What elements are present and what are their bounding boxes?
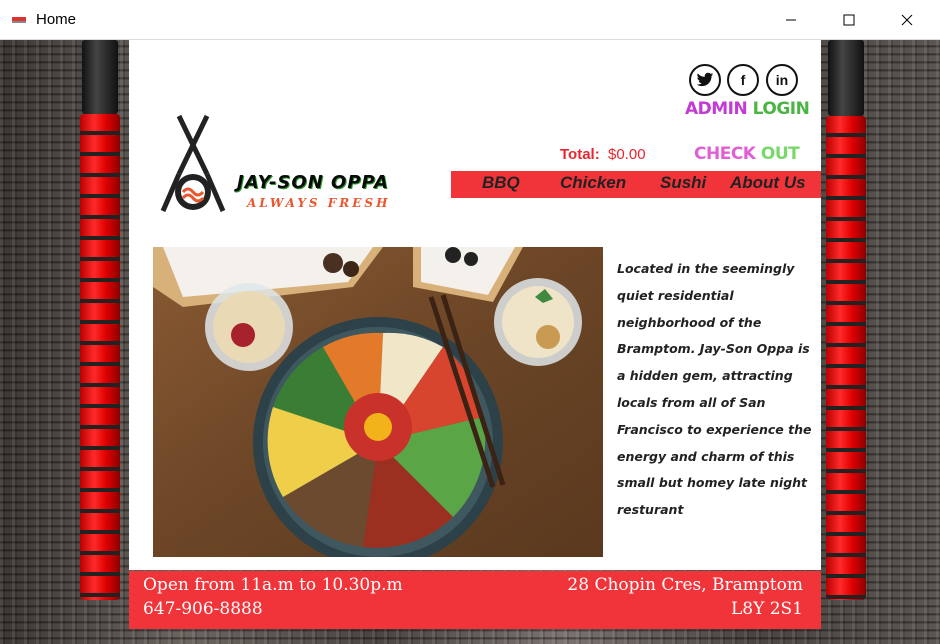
facebook-icon: f xyxy=(740,72,746,88)
checkout-button[interactable]: CHECK OUT xyxy=(694,144,800,164)
twitter-icon xyxy=(696,72,714,87)
footer-hours: Open from 11a.m to 10.30p.m xyxy=(143,575,403,595)
main-page: f in ADMIN LOGIN Total: $0.00 CHECK OUT … xyxy=(129,40,821,570)
checkout-part2: OUT xyxy=(760,144,800,164)
admin-login-part2: LOGIN xyxy=(752,99,810,119)
close-icon xyxy=(901,14,913,26)
window-client: f in ADMIN LOGIN Total: $0.00 CHECK OUT … xyxy=(0,40,940,644)
linkedin-button[interactable]: in xyxy=(766,64,798,96)
footer-address: 28 Chopin Cres, Bramptom xyxy=(567,575,803,595)
facebook-button[interactable]: f xyxy=(727,64,759,96)
main-nav: BBQ Chicken Sushi About Us xyxy=(451,171,821,198)
chopstick-right xyxy=(826,40,866,600)
chopstick-left xyxy=(80,40,120,600)
restaurant-description: Located in the seemingly quiet residenti… xyxy=(617,261,812,518)
maximize-button[interactable] xyxy=(826,0,872,40)
app-icon xyxy=(12,17,26,23)
minimize-icon xyxy=(786,19,796,21)
minimize-button[interactable] xyxy=(768,0,814,40)
chopsticks-sushi-logo-icon xyxy=(160,114,226,212)
footer: Open from 11a.m to 10.30p.m 647-906-8888… xyxy=(129,571,821,629)
cart-total-value: $0.00 xyxy=(608,146,646,163)
admin-login-link[interactable]: ADMIN LOGIN xyxy=(685,99,810,119)
nav-item-chicken[interactable]: Chicken xyxy=(560,173,626,193)
bibimbap-photo xyxy=(153,247,603,557)
linkedin-icon: in xyxy=(775,72,789,88)
brand-name: JAY-SON OPPA xyxy=(237,172,389,193)
nav-item-sushi[interactable]: Sushi xyxy=(660,173,706,193)
nav-item-bbq[interactable]: BBQ xyxy=(482,173,520,193)
brand-tagline: ALWAYS FRESH xyxy=(247,196,391,210)
twitter-button[interactable] xyxy=(689,64,721,96)
maximize-icon xyxy=(843,14,855,26)
cart-total-label: Total: xyxy=(560,146,600,163)
close-button[interactable] xyxy=(884,0,930,40)
checkout-part1: CHECK xyxy=(694,144,756,164)
footer-phone: 647-906-8888 xyxy=(143,599,263,619)
window-title: Home xyxy=(36,11,77,28)
nav-item-about-us[interactable]: About Us xyxy=(730,173,806,193)
window-titlebar: Home xyxy=(0,0,940,40)
admin-login-part1: ADMIN xyxy=(685,99,748,119)
footer-postal-code: L8Y 2S1 xyxy=(730,599,803,619)
